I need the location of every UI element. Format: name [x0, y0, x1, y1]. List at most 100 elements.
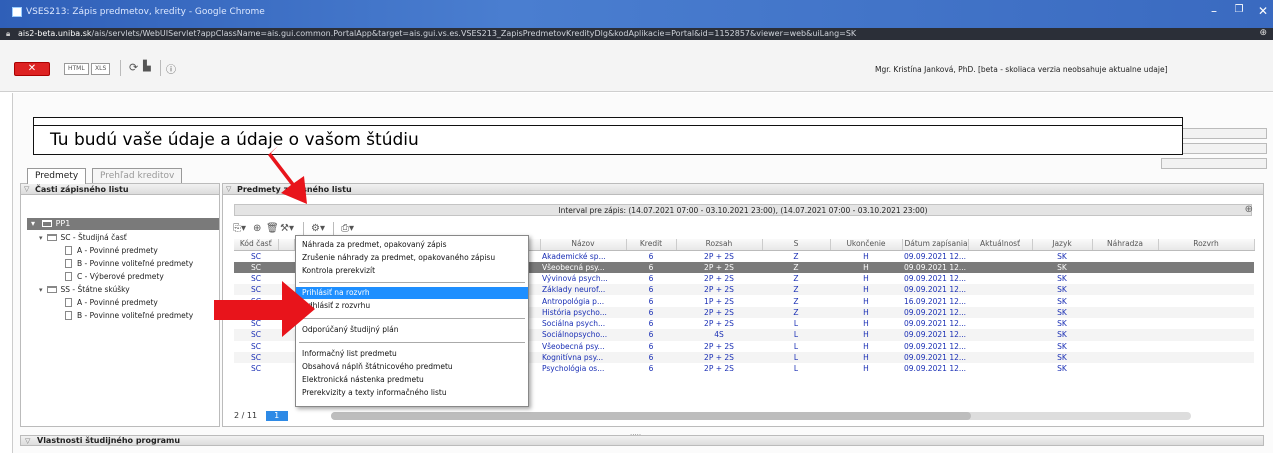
- cell-language: SK: [1032, 306, 1092, 318]
- columns-icon[interactable]: ⚙▾: [311, 223, 325, 234]
- url-text[interactable]: ais2-beta.uniba.sk/ais/servlets/WebUISer…: [18, 29, 856, 38]
- cell-part: SC: [234, 351, 278, 364]
- cell-empty: [968, 341, 1032, 352]
- tree-node-sc-a[interactable]: A - Povinné predmety: [65, 246, 158, 256]
- tree-node-sc[interactable]: ▾ SC - Študijná časť: [39, 233, 127, 243]
- menu-item-zrusenie-nahrady[interactable]: Zrušenie náhrady za predmet, opakovaného…: [296, 252, 528, 264]
- scrollbar-thumb[interactable]: [331, 412, 971, 420]
- cell-range: 2P + 2S: [676, 351, 762, 364]
- maximize-icon[interactable]: ❐: [1229, 4, 1249, 15]
- cell-language: SK: [1032, 351, 1092, 364]
- column-header[interactable]: Dátum zapísania: [902, 239, 969, 251]
- close-app-button[interactable]: ✕: [14, 62, 50, 76]
- menu-item-prihlasit-na-rozvrh[interactable]: Prihlásiť na rozvrh: [296, 287, 528, 299]
- tab-prehlad-kreditov[interactable]: Prehľad kreditov: [92, 168, 183, 183]
- parts-panel: ▽ Časti zápisného listu ▾ PP1 ▾ SC - Študi…: [20, 183, 220, 427]
- cell-part: SC: [251, 364, 261, 374]
- minimize-icon[interactable]: –: [1204, 4, 1224, 18]
- menu-item-nahrada[interactable]: Náhrada za predmet, opakovaný zápis: [296, 239, 528, 251]
- menu-item-elektronicka-nastenka[interactable]: Elektronická nástenka predmetu: [296, 374, 528, 386]
- menu-item-obsahova-napln[interactable]: Obsahová náplň štátnicového predmetu: [296, 361, 528, 373]
- column-header[interactable]: Náhradza: [1092, 239, 1159, 251]
- column-header[interactable]: S: [762, 239, 831, 251]
- tab-predmety[interactable]: Predmety: [27, 168, 87, 184]
- cell-semester: Z: [762, 284, 830, 296]
- menu-item-odhlasit-z-rozvrhu[interactable]: Odhlásiť z rozvrhu: [296, 300, 528, 312]
- search-icon[interactable]: ⊕: [253, 223, 261, 234]
- document-icon: [65, 246, 72, 255]
- zoom-icon[interactable]: ⊕: [1259, 28, 1267, 38]
- refresh-icon[interactable]: ⟳: [129, 61, 138, 74]
- cell-semester: L: [762, 351, 830, 364]
- horizontal-scrollbar[interactable]: [331, 412, 1191, 420]
- expand-icon[interactable]: ▽: [25, 436, 30, 446]
- cell-name: Kognitívna psy...: [540, 351, 626, 364]
- collapse-icon[interactable]: ▽: [24, 184, 29, 195]
- cell-semester: L: [793, 364, 799, 374]
- column-header[interactable]: Kód časť: [234, 239, 279, 251]
- tree-icon[interactable]: ▙: [143, 61, 151, 72]
- cell-part: SC: [251, 251, 261, 261]
- info-icon[interactable]: ⓘ: [166, 61, 176, 76]
- column-header[interactable]: Kredit: [626, 239, 677, 251]
- print-icon[interactable]: ⎙▾: [341, 223, 354, 234]
- cell-empty: [1158, 363, 1254, 374]
- toolbar-separator: [120, 60, 121, 76]
- program-properties-header[interactable]: ▽ Vlastnosti študijného programu: [20, 435, 1264, 446]
- export-xls-button[interactable]: XLS: [91, 63, 111, 75]
- window-title: VSES213: Zápis predmetov, kredity - Goog…: [26, 7, 265, 17]
- cell-empty: [1092, 318, 1158, 329]
- menu-item-odporucany-plan[interactable]: Odporúčaný študijný plán: [296, 324, 528, 336]
- delete-icon[interactable]: 🗑︎: [266, 223, 279, 234]
- cell-empty: [968, 351, 1032, 364]
- column-header[interactable]: [278, 239, 295, 251]
- page-button[interactable]: 1: [265, 411, 288, 421]
- menu-item-informacny-list[interactable]: Informačný list predmetu: [296, 348, 528, 360]
- zoom-icon[interactable]: ⊕: [1245, 204, 1253, 215]
- menu-item-kontrola-prerekvizit[interactable]: Kontrola prerekvizít: [296, 265, 528, 277]
- cell-language: SK: [1032, 261, 1092, 273]
- cell-semester: Z: [793, 296, 799, 306]
- cell-empty: [1158, 295, 1254, 306]
- export-html-button[interactable]: HTML: [64, 63, 89, 75]
- tree-node-ss-a[interactable]: A - Povinné predmety: [65, 298, 158, 308]
- cell-part: SC: [251, 296, 261, 306]
- cell-empty: [1158, 261, 1254, 273]
- tree-node-ss[interactable]: ▾ SS - Štátne skúšky: [39, 285, 130, 295]
- parts-panel-header: ▽ Časti zápisného listu: [21, 184, 219, 195]
- cell-empty: [278, 318, 294, 329]
- expand-icon[interactable]: ▾: [39, 234, 43, 242]
- menu-item-prerekvizity-texty[interactable]: Prerekvizity a texty informačného listu: [296, 387, 528, 399]
- address-bar[interactable]: 🔒︎ ais2-beta.uniba.sk/ais/servlets/WebUI…: [0, 28, 1273, 40]
- close-window-icon[interactable]: ✕: [1253, 4, 1273, 18]
- document-icon: [65, 298, 72, 307]
- cell-empty: [1092, 306, 1158, 318]
- column-header[interactable]: Rozsah: [676, 239, 763, 251]
- cell-empty: [968, 273, 1032, 284]
- cell-credit: 6: [648, 319, 654, 329]
- column-header[interactable]: Ukončenie: [830, 239, 903, 251]
- tree-node-sc-b[interactable]: B - Povinne voliteľné predmety: [65, 259, 193, 269]
- expand-icon[interactable]: ▾: [39, 286, 43, 294]
- cell-empty: [1092, 363, 1158, 374]
- cell-empty: [278, 295, 294, 306]
- tree-node-ss-b[interactable]: B - Povinne voliteľné predmety: [65, 311, 193, 321]
- cell-language: SK: [1032, 329, 1092, 341]
- new-record-icon[interactable]: ⎘▾: [233, 223, 246, 234]
- folder-icon: [46, 234, 57, 241]
- cell-name: Sociálnopsycho...: [540, 329, 626, 341]
- cell-empty: [1092, 329, 1158, 341]
- cell-name: Všeobecná psy...: [540, 261, 626, 273]
- collapse-icon[interactable]: ▽: [226, 184, 231, 195]
- window-title-bar: VSES213: Zápis predmetov, kredity - Goog…: [0, 0, 1273, 28]
- column-header[interactable]: Rozvrh: [1158, 239, 1255, 251]
- cell-empty: [278, 250, 294, 262]
- column-header[interactable]: Jazyk: [1032, 239, 1093, 251]
- cell-date: 09.09.2021 12...: [902, 284, 968, 296]
- column-header[interactable]: Aktuálnosť: [968, 239, 1033, 251]
- tree-node-sc-c[interactable]: C - Výberové predmety: [65, 272, 164, 282]
- tree-root-pp1[interactable]: ▾ PP1: [27, 218, 219, 230]
- column-header[interactable]: Názov: [540, 239, 627, 251]
- actions-icon[interactable]: ⚒▾: [280, 223, 294, 234]
- cell-part: SC: [234, 329, 278, 341]
